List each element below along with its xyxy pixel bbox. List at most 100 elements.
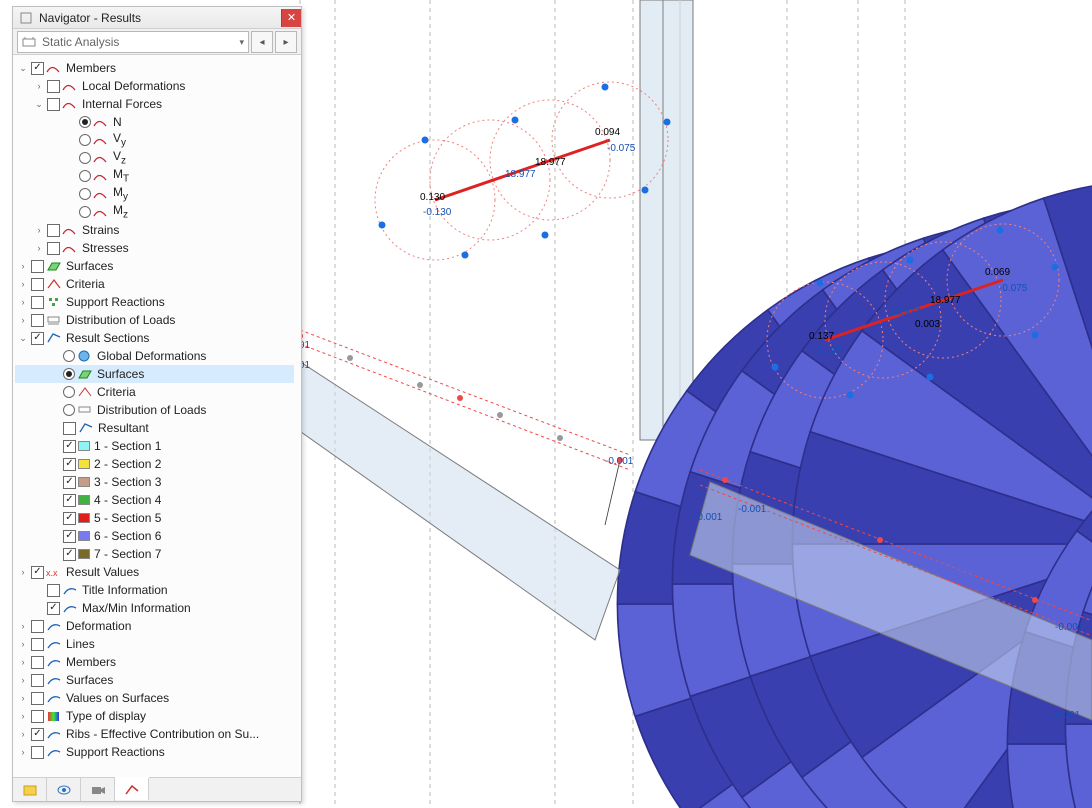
radio[interactable] [63,404,75,416]
expand-icon[interactable]: › [17,620,29,632]
radio[interactable] [63,368,75,380]
radio[interactable] [79,116,91,128]
node-my[interactable]: My [15,185,294,203]
node-section-7[interactable]: 7 - Section 7 [15,545,294,563]
checkbox[interactable] [63,458,76,471]
checkbox[interactable] [31,332,44,345]
node-internal-forces[interactable]: ⌄ Internal Forces [15,95,294,113]
node-section-6[interactable]: 6 - Section 6 [15,527,294,545]
node-surfaces[interactable]: › Surfaces [15,257,294,275]
checkbox[interactable] [47,80,60,93]
node-vz[interactable]: Vz [15,149,294,167]
checkbox[interactable] [63,530,76,543]
node-section-4[interactable]: 4 - Section 4 [15,491,294,509]
tab-data[interactable] [13,778,47,801]
node-rs-surfaces[interactable]: Surfaces [15,365,294,383]
node-members[interactable]: ⌄ Members [15,59,294,77]
expand-icon[interactable]: › [17,728,29,740]
expand-icon[interactable]: › [33,242,45,254]
checkbox[interactable] [31,674,44,687]
node-mt[interactable]: MT [15,167,294,185]
checkbox[interactable] [47,584,60,597]
checkbox[interactable] [63,440,76,453]
checkbox[interactable] [31,62,44,75]
checkbox[interactable] [47,242,60,255]
close-button[interactable]: ✕ [281,9,301,27]
checkbox[interactable] [63,548,76,561]
node-support-reactions[interactable]: › Support Reactions [15,293,294,311]
node-section-3[interactable]: 3 - Section 3 [15,473,294,491]
checkbox[interactable] [31,260,44,273]
expand-icon[interactable]: › [33,80,45,92]
node-section-2[interactable]: 2 - Section 2 [15,455,294,473]
node-deformation[interactable]: ›Deformation [15,617,294,635]
node-result-sections[interactable]: ⌄ Result Sections [15,329,294,347]
node-strains[interactable]: › Strains [15,221,294,239]
node-resultant[interactable]: Resultant [15,419,294,437]
collapse-icon[interactable]: ⌄ [17,62,29,74]
expand-icon[interactable]: › [17,638,29,650]
node-rs-dist-loads[interactable]: Distribution of Loads [15,401,294,419]
checkbox[interactable] [31,746,44,759]
checkbox[interactable] [63,476,76,489]
node-result-values[interactable]: › x.x Result Values [15,563,294,581]
node-type-of-display[interactable]: ›Type of display [15,707,294,725]
node-support-reactions-2[interactable]: ›Support Reactions [15,743,294,761]
checkbox[interactable] [31,656,44,669]
node-local-deformations[interactable]: › Local Deformations [15,77,294,95]
node-criteria[interactable]: › Criteria [15,275,294,293]
checkbox[interactable] [31,620,44,633]
panel-titlebar[interactable]: Navigator - Results ✕ [13,7,301,29]
history-back-button[interactable]: ◂ [251,31,273,53]
analysis-combo[interactable]: Static Analysis ▾ [17,31,249,53]
radio[interactable] [63,386,75,398]
node-surfaces2[interactable]: ›Surfaces [15,671,294,689]
radio[interactable] [79,170,91,182]
checkbox[interactable] [47,224,60,237]
checkbox[interactable] [63,512,76,525]
expand-icon[interactable]: › [33,224,45,236]
expand-icon[interactable]: › [17,710,29,722]
checkbox[interactable] [63,422,76,435]
radio[interactable] [79,188,91,200]
collapse-icon[interactable]: ⌄ [17,332,29,344]
tab-display[interactable] [47,778,81,801]
checkbox[interactable] [31,296,44,309]
expand-icon[interactable]: › [17,260,29,272]
node-lines[interactable]: ›Lines [15,635,294,653]
checkbox[interactable] [31,710,44,723]
checkbox[interactable] [31,728,44,741]
expand-icon[interactable]: › [17,566,29,578]
expand-icon[interactable]: › [17,692,29,704]
checkbox[interactable] [47,98,60,111]
node-n[interactable]: N [15,113,294,131]
expand-icon[interactable]: › [17,296,29,308]
node-dist-loads[interactable]: › Distribution of Loads [15,311,294,329]
checkbox[interactable] [31,278,44,291]
node-ribs[interactable]: ›Ribs - Effective Contribution on Su... [15,725,294,743]
tab-views[interactable] [81,778,115,801]
node-title-info[interactable]: Title Information [15,581,294,599]
radio[interactable] [79,206,91,218]
checkbox[interactable] [31,638,44,651]
node-stresses[interactable]: › Stresses [15,239,294,257]
expand-icon[interactable]: › [17,314,29,326]
radio[interactable] [79,152,91,164]
node-values-on-surfaces[interactable]: ›Values on Surfaces [15,689,294,707]
history-fwd-button[interactable]: ▸ [275,31,297,53]
expand-icon[interactable]: › [17,746,29,758]
checkbox[interactable] [47,602,60,615]
node-section-1[interactable]: 1 - Section 1 [15,437,294,455]
node-vy[interactable]: Vy [15,131,294,149]
node-rs-criteria[interactable]: Criteria [15,383,294,401]
radio[interactable] [79,134,91,146]
radio[interactable] [63,350,75,362]
checkbox[interactable] [31,692,44,705]
expand-icon[interactable]: › [17,656,29,668]
checkbox[interactable] [63,494,76,507]
collapse-icon[interactable]: ⌄ [33,98,45,110]
checkbox[interactable] [31,314,44,327]
node-mz[interactable]: Mz [15,203,294,221]
results-tree[interactable]: ⌄ Members › Local Deformations ⌄ Interna… [13,55,294,777]
node-members2[interactable]: ›Members [15,653,294,671]
